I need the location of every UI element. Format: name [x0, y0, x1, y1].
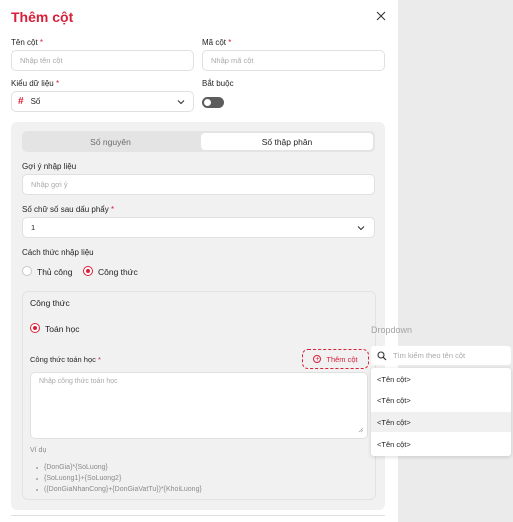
column-name-label: Tên cột * — [11, 38, 44, 47]
dropdown-item[interactable]: <Tên cột> — [371, 390, 511, 410]
chevron-down-icon — [356, 223, 366, 235]
add-column-label: Thêm cột — [326, 354, 358, 364]
data-type-value: Số — [30, 97, 41, 106]
radio-math-label: Toán học — [45, 324, 80, 334]
math-formula-textarea[interactable]: Nhập công thức toán học — [30, 372, 368, 439]
math-formula-placeholder: Nhập công thức toán học — [39, 378, 118, 385]
data-type-select[interactable]: # Số — [11, 91, 194, 112]
radio-manual-label: Thủ công — [37, 267, 73, 277]
radio-formula-label: Công thức — [98, 267, 138, 277]
math-formula-label: Công thức toán học * — [30, 355, 101, 364]
formula-section-title: Công thức — [30, 298, 70, 308]
radio-manual[interactable] — [22, 266, 32, 276]
radio-math[interactable] — [30, 323, 40, 333]
hint-placeholder: Nhập gợi ý — [31, 180, 68, 189]
resize-handle-icon[interactable] — [358, 427, 364, 435]
dropdown-item[interactable]: <Tên cột> — [371, 434, 511, 454]
hint-input[interactable]: Nhập gợi ý — [22, 174, 375, 195]
chevron-down-icon — [176, 97, 186, 109]
decimals-value: 1 — [31, 223, 36, 232]
column-name-input[interactable]: Nhập tên cột — [11, 50, 194, 71]
column-code-input[interactable]: Nhập mã cột — [202, 50, 385, 71]
column-code-label: Mã cột * — [202, 38, 232, 47]
plus-circle-icon: + — [313, 355, 322, 363]
data-type-label: Kiểu dữ liệu * — [11, 79, 60, 88]
input-method-label: Cách thức nhập liệu — [22, 248, 94, 257]
number-type-icon: # — [18, 96, 24, 107]
radio-formula[interactable] — [83, 266, 93, 276]
mandatory-label: Bắt buộc — [202, 79, 234, 88]
modal-title: Thêm cột — [11, 9, 74, 25]
tab-integer[interactable]: Số nguyên — [22, 131, 199, 152]
close-icon[interactable] — [374, 9, 388, 23]
dropdown-search-placeholder: Tìm kiếm theo tên cột — [393, 351, 466, 360]
dropdown-list: <Tên cột> <Tên cột> <Tên cột> <Tên cột> — [371, 368, 511, 456]
dropdown-title: Dropdown — [371, 325, 413, 335]
decimals-select[interactable]: 1 — [22, 217, 375, 238]
hint-label: Gợi ý nhập liệu — [22, 162, 77, 171]
dropdown-item[interactable]: <Tên cột> — [371, 412, 511, 432]
modal-footer-divider — [11, 515, 385, 522]
example-item: ({DonGiaNhanCong}+{DonGiaVatTu})*{KhoiLu… — [36, 486, 202, 493]
dropdown-item[interactable]: <Tên cột> — [371, 369, 511, 389]
add-column-modal: Thêm cột Tên cột * Nhập tên cột Mã cột *… — [0, 0, 398, 522]
example-label: Ví dụ — [30, 447, 47, 454]
mandatory-toggle[interactable] — [202, 97, 224, 108]
decimals-label: Số chữ số sau dấu phẩy * — [22, 205, 115, 214]
tab-decimal[interactable]: Số thập phân — [201, 133, 373, 150]
column-name-placeholder: Nhập tên cột — [20, 56, 63, 65]
example-item: {DonGia}*{SoLuong} — [36, 464, 108, 471]
dropdown-search-input[interactable]: Tìm kiếm theo tên cột — [371, 346, 511, 365]
search-icon — [377, 350, 387, 360]
column-code-placeholder: Nhập mã cột — [211, 56, 254, 65]
example-item: {SoLuong1}+{SoLuong2} — [35, 475, 122, 482]
add-column-button[interactable]: + Thêm cột — [302, 349, 369, 369]
